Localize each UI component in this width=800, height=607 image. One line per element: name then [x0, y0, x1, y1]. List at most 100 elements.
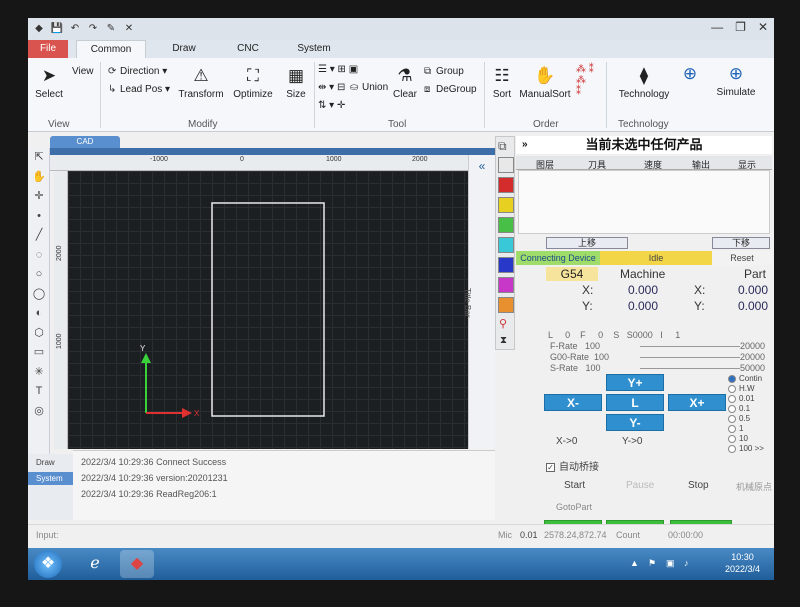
step-option[interactable]: 0.01: [728, 394, 755, 403]
tab-system[interactable]: System: [286, 40, 342, 58]
redo-icon[interactable]: ↷: [86, 22, 100, 36]
align-button[interactable]: ☰ ▾ ⊞ ▣: [318, 64, 358, 75]
save-icon[interactable]: 💾: [50, 22, 64, 36]
pointer-tool-icon[interactable]: ⇱: [28, 148, 50, 168]
maximize-button[interactable]: ❐: [735, 20, 746, 34]
step-option[interactable]: 1: [728, 424, 743, 433]
layers-icon[interactable]: ⧉: [498, 139, 507, 154]
part-rectangle[interactable]: [211, 202, 325, 417]
clear-button[interactable]: ⚗ Clear: [390, 66, 420, 100]
volume-icon[interactable]: ♪: [684, 558, 689, 568]
goto-part-button[interactable]: GotoPart: [556, 502, 592, 512]
minimize-button[interactable]: —: [711, 20, 723, 34]
tab-cad[interactable]: CAD: [50, 136, 120, 148]
color-swatch[interactable]: [498, 177, 514, 193]
tray-up-icon[interactable]: ▲: [630, 558, 639, 568]
simulate-button[interactable]: ⊕ Simulate: [710, 64, 762, 98]
hourglass-icon[interactable]: ⧗: [500, 335, 507, 346]
circle-tool-icon[interactable]: ○: [28, 265, 50, 285]
step-option[interactable]: 100 >>: [728, 444, 764, 453]
color-swatch[interactable]: [498, 257, 514, 273]
move-tool-icon[interactable]: ✛: [28, 187, 50, 207]
cad-app-taskbar-icon[interactable]: ◆: [120, 550, 154, 578]
step-option[interactable]: 0.5: [728, 414, 750, 423]
move-down-button[interactable]: 下移: [712, 237, 770, 249]
tab-cnc[interactable]: CNC: [220, 40, 276, 58]
expand-icon[interactable]: »: [522, 136, 528, 154]
step-option[interactable]: Contin: [728, 374, 762, 383]
polygon-tool-icon[interactable]: ⬡: [28, 324, 50, 344]
stop-button[interactable]: Stop: [688, 480, 709, 491]
group-button[interactable]: ⧉ Group: [424, 66, 464, 77]
undo-icon[interactable]: ↶: [68, 22, 82, 36]
x-zero-button[interactable]: X->0: [556, 436, 577, 447]
tab-draw[interactable]: Draw: [156, 40, 212, 58]
transform-button[interactable]: ⚠ Transform: [176, 66, 226, 100]
sort-button[interactable]: ☷ Sort: [488, 66, 516, 100]
g00-rate-slider[interactable]: [640, 357, 740, 358]
network-icon[interactable]: ▣: [666, 558, 675, 569]
marker-icon[interactable]: ⚲: [499, 317, 507, 330]
mirror-button[interactable]: ⇅ ▾ ✛: [318, 100, 345, 111]
f-rate-slider[interactable]: [640, 346, 740, 347]
point-tool-icon[interactable]: •: [28, 207, 50, 227]
curve-tool-icon[interactable]: ◐: [28, 304, 50, 324]
line-tool-icon[interactable]: ╱: [28, 226, 50, 246]
layer-table[interactable]: [518, 170, 770, 234]
jog-y-minus-button[interactable]: Y-: [606, 414, 664, 431]
arc-tool-icon[interactable]: ◌: [28, 246, 50, 266]
jog-x-plus-button[interactable]: X+: [668, 394, 726, 411]
move-up-button[interactable]: 上移: [546, 237, 628, 249]
step-option[interactable]: H.W: [728, 384, 755, 393]
star-tool-icon[interactable]: ✳: [28, 363, 50, 383]
text-tool-icon[interactable]: T: [28, 382, 50, 402]
dot-tool-icon[interactable]: ◎: [28, 402, 50, 422]
add-button[interactable]: ⊕: [680, 64, 700, 87]
union-button[interactable]: ⛀ Union: [350, 82, 388, 93]
color-swatch[interactable]: [498, 157, 514, 173]
y-zero-button[interactable]: Y->0: [622, 436, 642, 447]
tab-file[interactable]: File: [28, 40, 68, 58]
collapse-icon[interactable]: «: [469, 159, 495, 173]
color-swatch[interactable]: [498, 237, 514, 253]
step-option[interactable]: 10: [728, 434, 748, 443]
jog-x-minus-button[interactable]: X-: [544, 394, 602, 411]
start-button[interactable]: Start: [564, 480, 585, 491]
flag-icon[interactable]: ⚑: [648, 558, 656, 569]
size-button[interactable]: ▦ Size: [280, 66, 312, 100]
color-swatch[interactable]: [498, 297, 514, 313]
auto-bridge-checkbox[interactable]: ✓ 自动桥接: [546, 458, 599, 473]
color-swatch[interactable]: [498, 197, 514, 213]
optimize-button[interactable]: ⛶ Optimize: [230, 66, 276, 100]
reset-button[interactable]: Reset: [712, 251, 772, 265]
rect-tool-icon[interactable]: ▭: [28, 343, 50, 363]
close-button[interactable]: ✕: [758, 20, 768, 34]
wcs-badge[interactable]: G54: [546, 267, 598, 281]
browser-icon[interactable]: ℯ: [78, 550, 112, 578]
close-doc-icon[interactable]: ✕: [122, 22, 136, 36]
direction-button[interactable]: ⟳ Direction ▾: [108, 66, 167, 77]
machine-origin-button[interactable]: 机械原点: [736, 480, 772, 493]
order-tools[interactable]: ⁂ ⁑ ⁂ ⁑: [576, 64, 594, 97]
select-button[interactable]: ➤ Select: [32, 66, 66, 100]
degroup-button[interactable]: ⧈ DeGroup: [424, 84, 477, 95]
log-tab-system[interactable]: System: [28, 472, 73, 485]
view-button[interactable]: View: [72, 66, 94, 77]
pan-tool-icon[interactable]: ✋: [28, 168, 50, 188]
log-tab-draw[interactable]: Draw: [28, 456, 73, 469]
lead-pos-button[interactable]: ↳ Lead Pos ▾: [108, 84, 170, 95]
taskbar-clock[interactable]: 10:30 2022/3/4: [725, 551, 760, 575]
edit-icon[interactable]: ✎: [104, 22, 118, 36]
color-swatch[interactable]: [498, 217, 514, 233]
color-swatch[interactable]: [498, 277, 514, 293]
drawing-canvas[interactable]: Y X: [68, 171, 468, 449]
start-menu-icon[interactable]: ❖: [34, 550, 62, 578]
jog-laser-button[interactable]: L: [606, 394, 664, 411]
s-rate-slider[interactable]: [640, 368, 740, 369]
technology-button[interactable]: ⧫ Technology: [612, 66, 676, 100]
pause-button[interactable]: Pause: [626, 480, 654, 491]
manual-sort-button[interactable]: ✋ ManualSort: [518, 66, 572, 100]
step-option[interactable]: 0.1: [728, 404, 750, 413]
more-options-link[interactable]: >>: [755, 444, 764, 453]
jog-y-plus-button[interactable]: Y+: [606, 374, 664, 391]
